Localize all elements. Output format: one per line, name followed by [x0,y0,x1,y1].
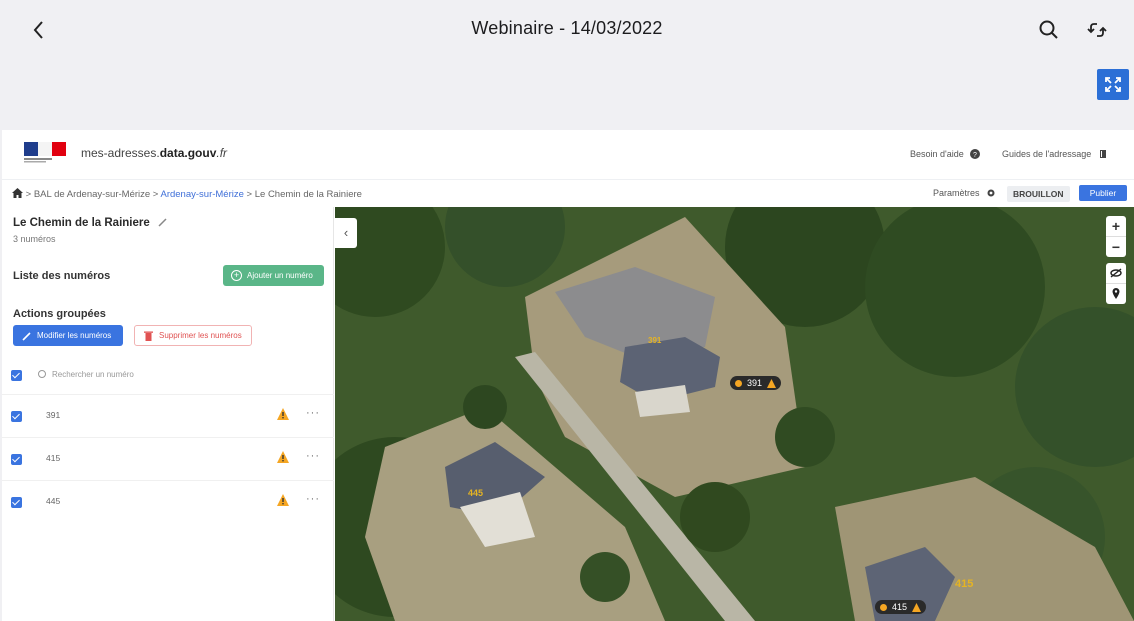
warning-icon [277,451,289,463]
more-icon[interactable]: ··· [306,493,320,505]
sync-icon [1087,23,1107,37]
help-label: Besoin d'aide [910,149,964,159]
street-title: Le Chemin de la Rainiere [13,217,168,229]
warning-icon [912,602,922,612]
group-actions-title: Actions groupées [13,308,106,320]
breadcrumb-separator: > [150,189,161,200]
site-name[interactable]: mes-adresses.data.gouv.fr [81,146,227,160]
row-number: 391 [46,410,61,420]
warning-icon [277,494,289,506]
breadcrumb-commune[interactable]: Ardenay-sur-Mérize [160,189,243,200]
map-pin-icon [1112,288,1120,299]
row-checkbox[interactable] [11,454,22,465]
plus-icon: + [231,270,242,281]
draft-badge[interactable]: BROUILLON [1007,186,1070,202]
settings-label: Paramètres [933,188,980,198]
satellite-map[interactable] [335,207,1134,621]
search-placeholder: Rechercher un numéro [52,370,134,379]
site-name-prefix: mes-adresses. [81,146,160,160]
house-number-label: 391 [648,336,662,345]
site-name-bold: data.gouv [159,146,217,160]
video-top-bar: Webinaire - 14/03/2022 [0,0,1134,130]
delete-numbers-label: Supprimer les numéros [159,331,242,340]
row-number: 415 [46,453,61,463]
zoom-in-button[interactable]: + [1106,216,1126,236]
map-marker[interactable]: 391 [730,376,782,390]
house-number-label: 445 [468,488,484,498]
select-all-checkbox[interactable] [11,370,22,381]
settings-link[interactable]: Paramètres [933,188,996,198]
map-marker[interactable]: 415 [875,600,927,614]
add-number-button[interactable]: + Ajouter un numéro [223,265,324,286]
street-panel: Le Chemin de la Rainiere 3 numéros Liste… [2,207,334,621]
table-row[interactable]: 415 ··· [2,437,334,479]
table-row[interactable]: 445 ··· [2,480,334,522]
hide-layer-button[interactable] [1106,263,1126,283]
warning-icon [767,378,777,388]
number-search-input[interactable]: Rechercher un numéro [38,370,134,379]
guides-link[interactable]: Guides de l'adressage [1002,149,1108,159]
warning-icon [277,408,289,420]
breadcrumb-street: Le Chemin de la Rainiere [254,189,362,200]
breadcrumb-bal[interactable]: BAL de Ardenay-sur-Mérize [34,189,150,200]
fullscreen-icon [1105,77,1121,92]
help-icon: ? [970,149,981,159]
more-icon[interactable]: ··· [306,450,320,462]
home-icon[interactable] [12,188,23,198]
video-title: Webinaire - 14/03/2022 [471,18,663,38]
search-icon [1039,20,1058,39]
row-checkbox[interactable] [11,497,22,508]
site-name-suffix: .fr [216,146,228,160]
marker-label: 415 [892,602,908,612]
delete-numbers-button[interactable]: Supprimer les numéros [134,325,252,346]
marker-dot [880,603,887,611]
more-icon[interactable]: ··· [306,407,320,419]
pencil-icon[interactable] [158,217,168,227]
breadcrumb-separator: > [243,189,255,200]
svg-text:?: ? [973,152,977,159]
breadcrumb-bar: > BAL de Ardenay-sur-Mérize > Ardenay-su… [2,181,1134,207]
row-checkbox[interactable] [11,411,22,422]
marker-label: 391 [747,378,763,388]
map-layer-controls [1106,263,1126,304]
numbers-count: 3 numéros [13,234,56,244]
add-number-label: Ajouter un numéro [247,271,313,280]
sync-button[interactable] [1084,16,1110,44]
breadcrumb: > BAL de Ardenay-sur-Mérize > Ardenay-su… [12,188,362,200]
guides-label: Guides de l'adressage [1002,149,1092,159]
publish-button[interactable]: Publier [1079,185,1127,201]
aerial-imagery [335,207,1134,621]
fullscreen-button[interactable] [1097,69,1129,100]
numbers-list-title: Liste des numéros [13,270,111,282]
search-icon [38,370,46,378]
breadcrumb-separator: > [23,189,34,200]
app-frame: mes-adresses.data.gouv.fr Besoin d'aide … [2,130,1134,621]
zoom-controls: + − [1106,216,1126,257]
republique-logo[interactable] [24,142,68,164]
show-markers-button[interactable] [1106,283,1126,303]
row-number: 445 [46,496,61,506]
house-number-label: 415 [955,578,974,590]
book-icon [1099,150,1106,158]
help-link[interactable]: Besoin d'aide ? [910,149,981,159]
pencil-icon [22,332,31,341]
draft-label: BROUILLON [1013,189,1064,199]
zoom-out-button[interactable]: − [1106,236,1126,256]
gear-icon [987,189,995,197]
street-name: Le Chemin de la Rainiere [13,217,150,229]
search-button[interactable] [1036,16,1062,44]
table-row[interactable]: 391 ··· [2,394,334,436]
edit-numbers-label: Modifier les numéros [37,331,112,340]
edit-numbers-button[interactable]: Modifier les numéros [13,325,123,346]
marker-dot [735,379,742,387]
collapse-panel-button[interactable]: ‹ [335,218,357,248]
trash-icon [144,331,153,341]
site-header: mes-adresses.data.gouv.fr Besoin d'aide … [2,130,1134,180]
eye-slash-icon [1110,268,1122,278]
